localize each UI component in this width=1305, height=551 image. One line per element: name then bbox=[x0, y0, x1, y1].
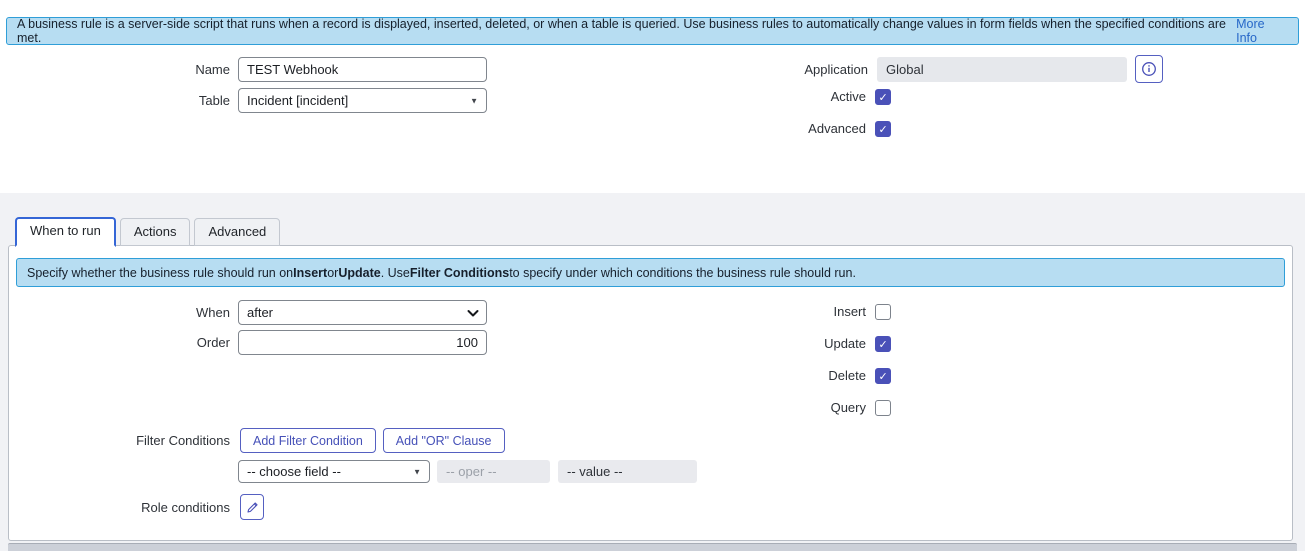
edit-role-conditions-button[interactable] bbox=[240, 494, 264, 520]
top-info-banner-text: A business rule is a server-side script … bbox=[17, 17, 1232, 45]
choose-field-select-value: -- choose field -- bbox=[247, 464, 341, 479]
role-conditions-label: Role conditions bbox=[0, 495, 230, 520]
insert-label: Insert bbox=[640, 304, 866, 320]
advanced-checkbox[interactable] bbox=[875, 121, 891, 137]
banner-text: to specify under which conditions the bu… bbox=[509, 266, 856, 280]
query-label: Query bbox=[640, 400, 866, 416]
when-label: When bbox=[0, 300, 230, 325]
tab-when-to-run[interactable]: When to run bbox=[15, 217, 116, 247]
order-input[interactable]: 100 bbox=[238, 330, 487, 355]
active-checkbox[interactable] bbox=[875, 89, 891, 105]
tab-actions[interactable]: Actions bbox=[120, 218, 191, 246]
delete-label: Delete bbox=[640, 368, 866, 384]
when-select[interactable]: after bbox=[238, 300, 487, 325]
table-select[interactable]: Incident [incident] ▼ bbox=[238, 88, 487, 113]
operator-field: -- oper -- bbox=[437, 460, 550, 483]
tab-advanced[interactable]: Advanced bbox=[194, 218, 280, 246]
info-icon bbox=[1141, 61, 1157, 77]
order-label: Order bbox=[0, 330, 230, 355]
update-label: Update bbox=[640, 336, 866, 352]
application-label: Application bbox=[640, 57, 868, 82]
application-field: Global bbox=[877, 57, 1127, 82]
query-checkbox[interactable] bbox=[875, 400, 891, 416]
banner-text: or bbox=[327, 266, 338, 280]
business-rule-form: A business rule is a server-side script … bbox=[0, 0, 1305, 551]
chevron-down-icon bbox=[467, 301, 479, 324]
banner-bold-update: Update bbox=[338, 266, 380, 280]
choose-field-select[interactable]: -- choose field -- ▼ bbox=[238, 460, 430, 483]
top-info-banner: A business rule is a server-side script … bbox=[6, 17, 1299, 45]
add-or-clause-button[interactable]: Add "OR" Clause bbox=[383, 428, 505, 453]
banner-text: Specify whether the business rule should… bbox=[27, 266, 293, 280]
when-to-run-info-banner: Specify whether the business rule should… bbox=[16, 258, 1285, 287]
table-label: Table bbox=[0, 88, 230, 113]
application-info-button[interactable] bbox=[1135, 55, 1163, 83]
add-filter-condition-button[interactable]: Add Filter Condition bbox=[240, 428, 376, 453]
name-input[interactable]: TEST Webhook bbox=[238, 57, 487, 82]
active-label: Active bbox=[640, 89, 866, 105]
delete-checkbox[interactable] bbox=[875, 368, 891, 384]
pencil-icon bbox=[246, 501, 259, 514]
insert-checkbox[interactable] bbox=[875, 304, 891, 320]
tab-bar: When to run Actions Advanced bbox=[15, 218, 280, 247]
filter-conditions-label: Filter Conditions bbox=[0, 428, 230, 453]
value-field[interactable]: -- value -- bbox=[558, 460, 697, 483]
when-select-value: after bbox=[247, 305, 273, 320]
dropdown-triangle-icon: ▼ bbox=[413, 461, 421, 482]
banner-text: . Use bbox=[381, 266, 410, 280]
update-checkbox[interactable] bbox=[875, 336, 891, 352]
name-label: Name bbox=[0, 57, 230, 82]
dropdown-triangle-icon: ▼ bbox=[470, 89, 478, 112]
table-select-value: Incident [incident] bbox=[247, 93, 348, 108]
next-section-edge bbox=[8, 543, 1297, 551]
more-info-link[interactable]: More Info bbox=[1236, 17, 1288, 45]
banner-bold-insert: Insert bbox=[293, 266, 327, 280]
banner-bold-filter-conditions: Filter Conditions bbox=[410, 266, 509, 280]
advanced-label: Advanced bbox=[640, 121, 866, 137]
